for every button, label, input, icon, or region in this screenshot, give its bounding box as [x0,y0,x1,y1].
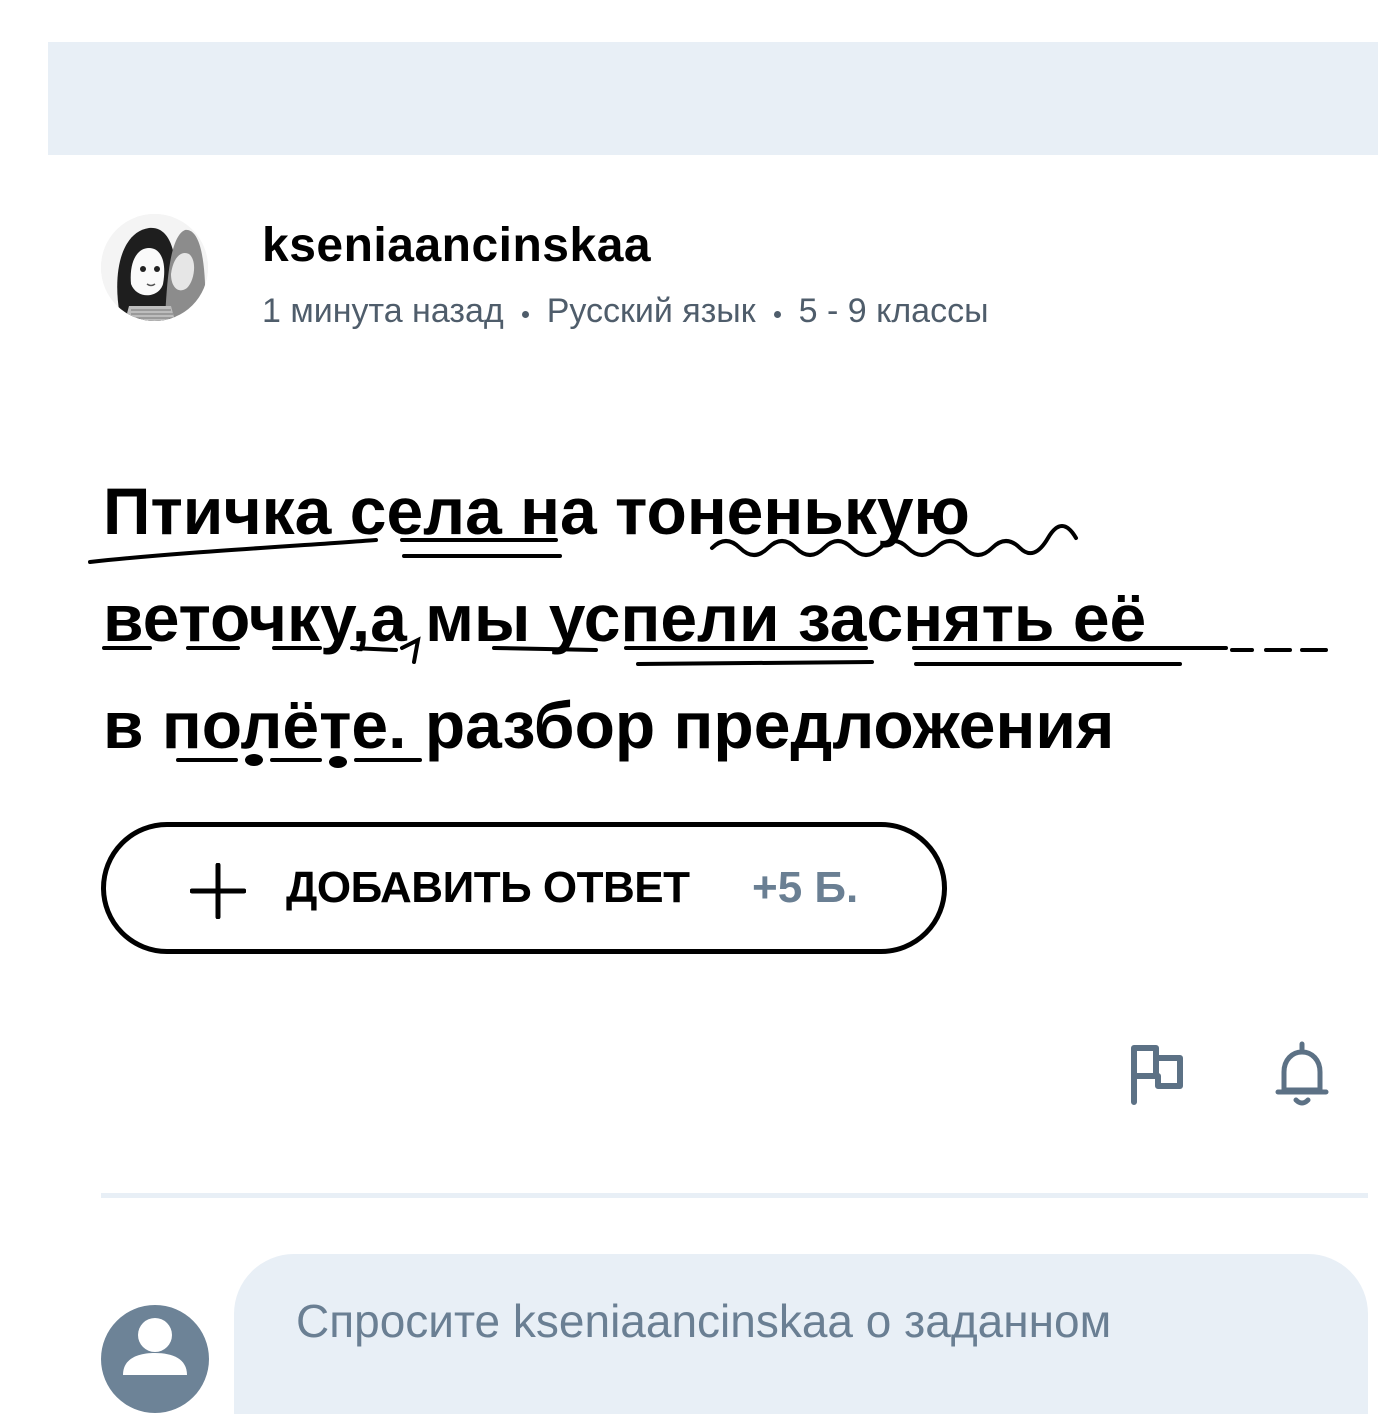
bell-icon [1275,1041,1329,1106]
question-word: Птичка [103,474,332,548]
current-user-avatar [101,1305,209,1413]
add-answer-label: ДОБАВИТЬ ОТВЕТ [286,863,690,912]
question-word: на [520,474,597,548]
section-divider [101,1193,1368,1198]
question-word: тоненькую [615,474,970,548]
question-word: полёте. [161,688,407,762]
author-name[interactable]: kseniaancinskaa [262,218,651,273]
subject-link[interactable]: Русский язык [547,292,756,331]
question-text: Птичка села на тоненькую веточку,а мы ус… [103,458,1343,779]
follow-bell-button[interactable] [1272,1040,1332,1106]
add-answer-button[interactable]: ДОБАВИТЬ ОТВЕТ +5 Б. [101,822,947,954]
question-word: мы [425,581,531,655]
question-word: веточку, [103,581,371,655]
grade-link[interactable]: 5 - 9 классы [799,292,989,331]
question-line: в полёте. разбор предложения [103,672,1343,779]
author-avatar[interactable] [101,214,208,321]
comment-input[interactable]: Спросите kseniaancinskaa о заданном [234,1254,1368,1414]
question-line: Птичка села на тоненькую [103,458,1343,565]
avatar-image [101,214,208,321]
user-icon [123,1318,187,1375]
question-word: предложения [673,688,1115,762]
flag-icon [1131,1045,1183,1105]
top-banner [48,42,1378,155]
question-line: веточку,а мы успели заснять её [103,565,1343,672]
question-word: разбор [424,688,656,762]
question-word: а [370,581,407,655]
question-meta: 1 минута назад Русский язык 5 - 9 классы [262,292,989,331]
separator-dot [521,311,529,318]
question-word: успели [548,581,780,655]
plus-icon [190,863,246,919]
points-badge: +5 Б. [752,863,859,912]
question-word: в [103,688,144,762]
separator-dot [773,311,781,318]
comment-placeholder: Спросите kseniaancinskaa о заданном [296,1295,1112,1347]
question-word: села [349,474,502,548]
question-word: заснять [797,581,1055,655]
question-word: её [1072,581,1147,655]
report-flag-button[interactable] [1128,1040,1188,1106]
time-label: 1 минута назад [262,292,504,330]
